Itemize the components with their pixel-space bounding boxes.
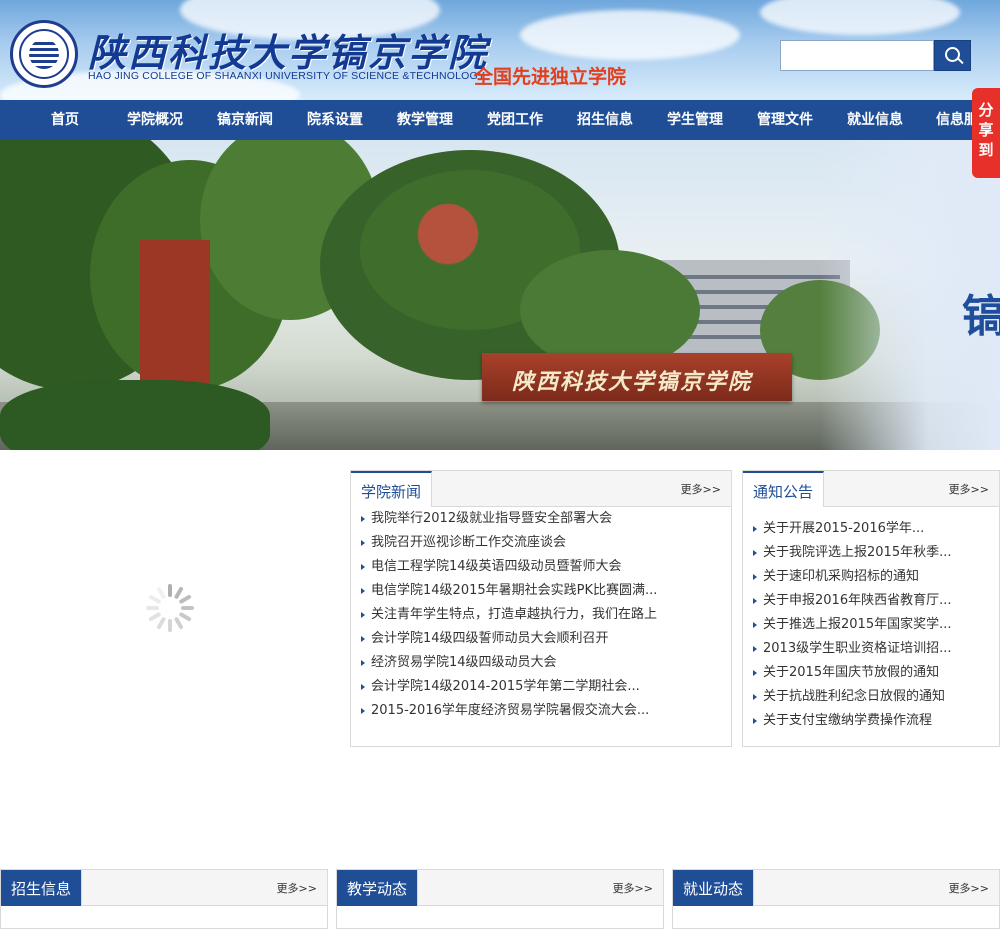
nav-item-news[interactable]: 镐京新闻 xyxy=(200,100,290,140)
news-list: 我院举行2012级就业指导暨安全部署大会 我院召开巡视诊断工作交流座谈会 电信工… xyxy=(359,507,725,723)
notices-more-link[interactable]: 更多>> xyxy=(949,481,989,497)
admissions-more-link[interactable]: 更多>> xyxy=(277,880,317,896)
news-item[interactable]: 我院召开巡视诊断工作交流座谈会 xyxy=(359,531,725,555)
notice-item[interactable]: 关于速印机采购招标的通知 xyxy=(751,565,993,589)
news-item[interactable]: 我院举行2012级就业指导暨安全部署大会 xyxy=(359,507,725,531)
notices-list: 关于开展2015-2016学年... 关于我院评选上报2015年秋季... 关于… xyxy=(751,517,993,733)
slogan: 全国先进独立学院 xyxy=(474,66,627,88)
news-item[interactable]: 会计学院14级2014-2015学年第二学期社会... xyxy=(359,675,725,699)
nav-item-admissions[interactable]: 招生信息 xyxy=(560,100,650,140)
notice-item[interactable]: 关于支付宝缴纳学费操作流程 xyxy=(751,709,993,733)
college-name-cn[interactable]: 陕西科技大学镐京学院 xyxy=(88,22,488,77)
nav-item-students[interactable]: 学生管理 xyxy=(650,100,740,140)
teaching-more-link[interactable]: 更多>> xyxy=(613,880,653,896)
teaching-panel: 教学动态 更多>> xyxy=(336,869,664,929)
news-item[interactable]: 经济贸易学院14级四级动员大会 xyxy=(359,651,725,675)
cloud-decoration xyxy=(760,0,960,35)
admissions-panel: 招生信息 更多>> xyxy=(0,869,328,929)
college-logo-emblem[interactable] xyxy=(10,20,78,88)
site-header: 陕西科技大学镐京学院 HAO JING COLLEGE OF SHAANXI U… xyxy=(0,0,1000,100)
notice-item[interactable]: 关于开展2015-2016学年... xyxy=(751,517,993,541)
hero-banner[interactable]: 陕西科技大学镐京学院 镐 xyxy=(0,140,1000,450)
share-button[interactable]: 分享到 xyxy=(972,88,1000,178)
news-panel: 学院新闻 更多>> 我院举行2012级就业指导暨安全部署大会 我院召开巡视诊断工… xyxy=(350,470,732,747)
cloud-decoration xyxy=(520,10,740,60)
nav-item-party[interactable]: 党团工作 xyxy=(470,100,560,140)
gate-sign-text: 陕西科技大学镐京学院 xyxy=(512,369,753,395)
nav-item-teaching[interactable]: 教学管理 xyxy=(380,100,470,140)
news-item[interactable]: 关注青年学生特点，打造卓越执行力，我们在路上 xyxy=(359,603,725,627)
nav-item-about[interactable]: 学院概况 xyxy=(110,100,200,140)
notice-item[interactable]: 关于我院评选上报2015年秋季... xyxy=(751,541,993,565)
employment-more-link[interactable]: 更多>> xyxy=(949,880,989,896)
news-item[interactable]: 电信学院14级2015年暑期社会实践PK比赛圆满... xyxy=(359,579,725,603)
news-item[interactable]: 电信工程学院14级英语四级动员暨誓师大会 xyxy=(359,555,725,579)
news-item[interactable]: 2015-2016学年度经济贸易学院暑假交流大会... xyxy=(359,699,725,723)
news-item[interactable]: 会计学院14级四级誓师动员大会顺利召开 xyxy=(359,627,725,651)
nav-item-home[interactable]: 首页 xyxy=(20,100,110,140)
notice-item[interactable]: 关于推选上报2015年国家奖学... xyxy=(751,613,993,637)
college-name-en: HAO JING COLLEGE OF SHAANXI UNIVERSITY O… xyxy=(88,70,486,82)
gate-pillar xyxy=(140,240,210,400)
nav-item-departments[interactable]: 院系设置 xyxy=(290,100,380,140)
employment-panel: 就业动态 更多>> xyxy=(672,869,1000,929)
admissions-panel-title[interactable]: 招生信息 xyxy=(1,870,83,906)
main-nav: 首页 学院概况 镐京新闻 院系设置 教学管理 党团工作 招生信息 学生管理 管理… xyxy=(0,100,1000,140)
search-button[interactable] xyxy=(934,40,971,71)
tree xyxy=(520,250,700,370)
hedge xyxy=(0,380,270,450)
teaching-panel-title[interactable]: 教学动态 xyxy=(337,870,419,906)
notices-panel-title[interactable]: 通知公告 xyxy=(743,471,825,507)
notice-item[interactable]: 2013级学生职业资格证培训招... xyxy=(751,637,993,661)
nav-item-employment[interactable]: 就业信息 xyxy=(830,100,920,140)
notice-item[interactable]: 关于申报2016年陕西省教育厅... xyxy=(751,589,993,613)
search-input[interactable] xyxy=(780,40,934,71)
notice-item[interactable]: 关于抗战胜利纪念日放假的通知 xyxy=(751,685,993,709)
notices-panel: 通知公告 更多>> 关于开展2015-2016学年... 关于我院评选上报201… xyxy=(742,470,1000,747)
nav-item-documents[interactable]: 管理文件 xyxy=(740,100,830,140)
banner-edge-char: 镐 xyxy=(962,291,1000,342)
notice-item[interactable]: 关于2015年国庆节放假的通知 xyxy=(751,661,993,685)
news-panel-title[interactable]: 学院新闻 xyxy=(351,471,433,507)
share-label: 分享到 xyxy=(978,101,994,159)
employment-panel-title[interactable]: 就业动态 xyxy=(673,870,755,906)
news-more-link[interactable]: 更多>> xyxy=(681,481,721,497)
loading-spinner-icon xyxy=(146,584,194,632)
